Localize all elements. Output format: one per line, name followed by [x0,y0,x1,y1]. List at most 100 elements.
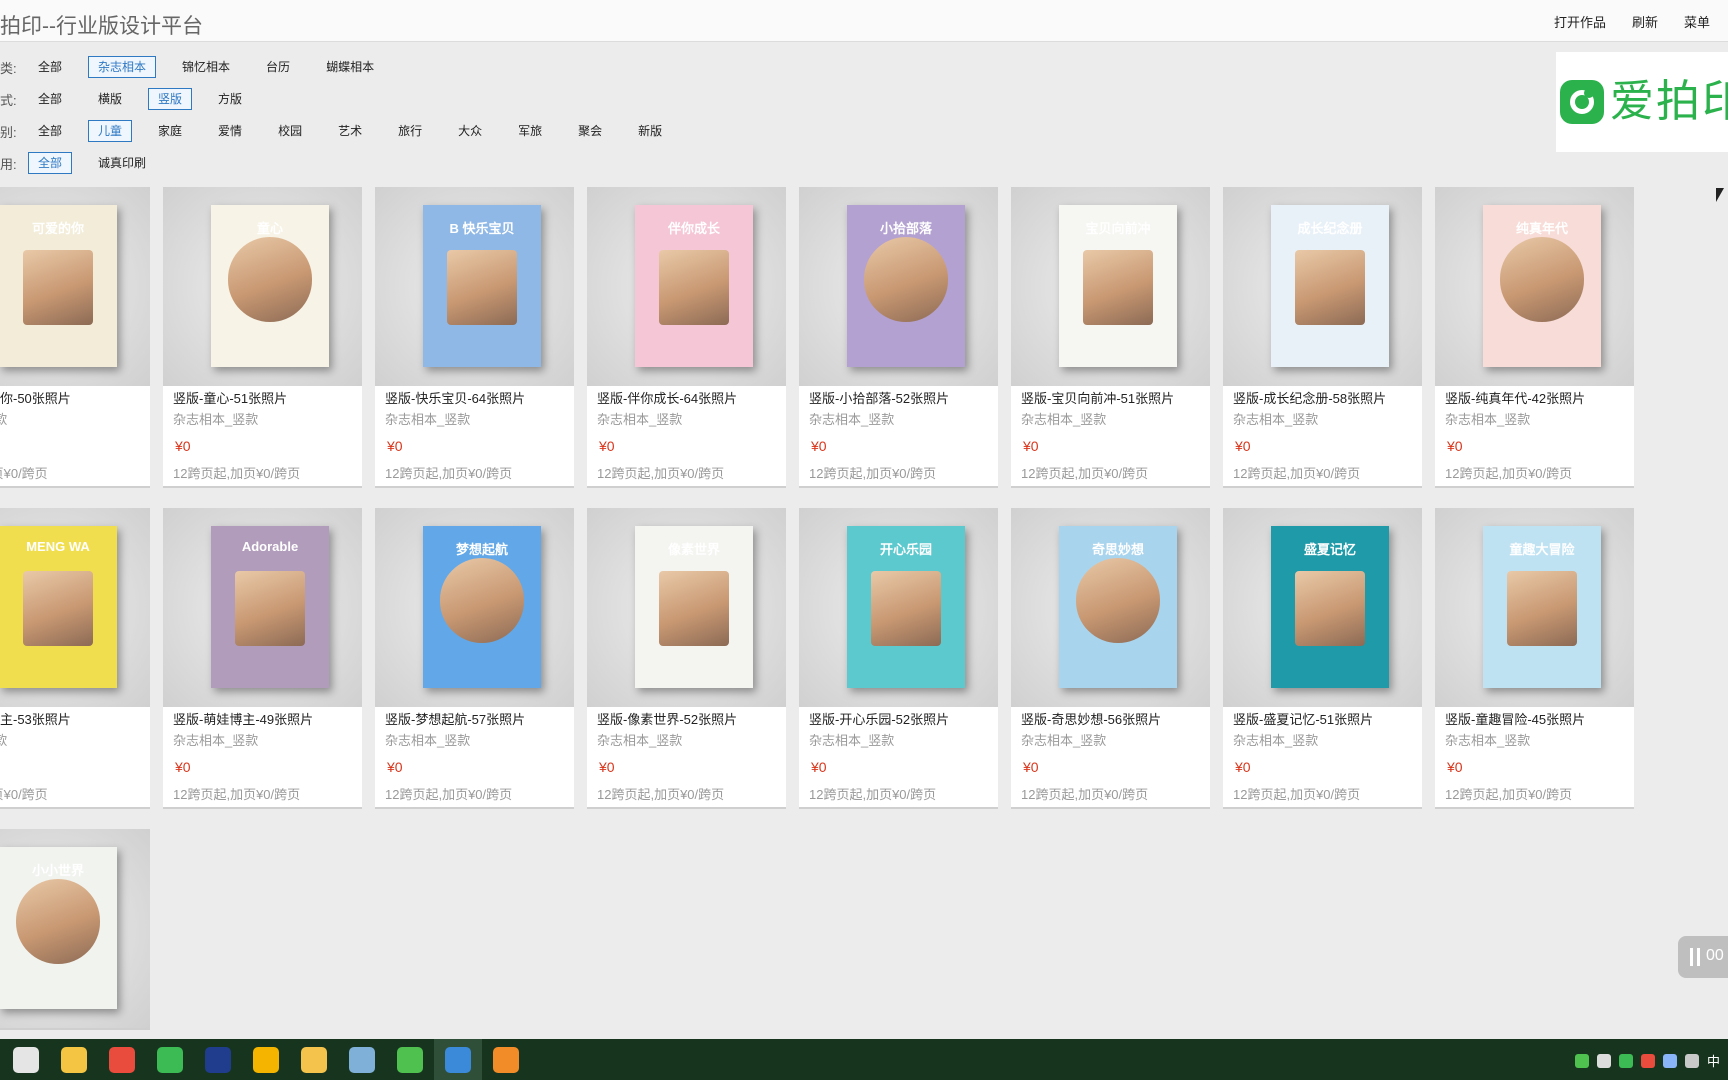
filter-option[interactable]: 校园 [268,120,312,142]
shield-tray-icon[interactable] [1596,1053,1611,1068]
calculator-icon[interactable] [13,1047,39,1073]
template-thumbnail[interactable]: 梦想起航 [375,508,574,707]
chrome-icon[interactable] [253,1047,279,1073]
cover-photo [446,250,518,325]
filter-option[interactable]: 全部 [28,152,73,174]
template-thumbnail[interactable]: 童趣大冒险 [1435,508,1634,707]
template-thumbnail[interactable]: 奇思妙想 [1011,508,1210,707]
photos-icon[interactable] [109,1047,135,1073]
photoshop-icon[interactable] [205,1047,231,1073]
template-thumbnail[interactable]: MENG WA [0,508,150,707]
card-category: 杂志相本_竖款 [173,733,259,748]
album-cover: 可爱的你 [0,205,117,367]
template-thumbnail[interactable]: 可爱的你 [0,187,150,386]
album-cover: 小拾部落 [847,205,965,367]
album-cover: 纯真年代 [1483,205,1601,367]
360-tray-icon[interactable] [1618,1053,1633,1068]
card-category: 杂志相本_竖款 [597,412,683,427]
app-tray-icon[interactable] [1640,1053,1655,1068]
filter-option[interactable]: 全部 [28,56,72,78]
wechat-tray-icon[interactable] [1574,1053,1589,1068]
window-title: 拍印--行业版设计平台 [0,15,203,38]
filter-option[interactable]: 横版 [88,88,132,110]
template-thumbnail[interactable]: 开心乐园 [799,508,998,707]
template-thumbnail[interactable]: 小拾部落 [799,187,998,386]
template-card[interactable]: 可爱的你可爱的你-50张照片本_竖款¥0 起,加页¥0/跨页 [0,187,150,486]
template-thumbnail[interactable]: 像素世界 [587,508,786,707]
filter-options: 全部 诚真印刷 [28,152,172,174]
template-thumbnail[interactable]: 伴你成长 [587,187,786,386]
recording-indicator[interactable]: 00 [1678,936,1728,978]
menu-button[interactable]: 菜单 [1684,12,1710,31]
template-card[interactable]: 开心乐园竖版-开心乐园-52张照片 杂志相本_竖款 ¥0 12跨页起,加页¥0/跨页 [799,508,998,807]
wechat-icon[interactable] [397,1047,423,1073]
ime-indicator[interactable]: 中 [1707,1051,1720,1070]
design-app-icon[interactable] [445,1047,471,1073]
filter-option[interactable]: 大众 [448,120,492,142]
filter-option[interactable]: 全部 [28,120,72,142]
template-card[interactable]: 纯真年代 竖版-纯真年代-42张照片 杂志相本_竖款 ¥0 12跨页起,加页¥0/跨页 [1435,187,1634,486]
filter-option[interactable]: 锦忆相本 [172,56,240,78]
template-thumbnail[interactable]: 纯真年代 [1435,187,1634,386]
cover-title: 开心乐园 [879,541,932,557]
template-card[interactable]: 奇思妙想 竖版-奇思妙想-56张照片 杂志相本_竖款 ¥0 12跨页起,加页¥0/跨页 [1011,508,1210,807]
card-category: 本_竖款 [0,733,8,748]
filter-option[interactable]: 旅行 [388,120,432,142]
card-category: 杂志相本_竖款 [1445,733,1531,748]
template-thumbnail[interactable]: Adorable [163,508,362,707]
cover-title: B 快乐宝贝 [449,220,515,236]
template-card[interactable]: Adorable 竖版-萌娃博主-49张照片 杂志相本_竖款 ¥0 12跨页起,加页¥0… [163,508,362,807]
template-card[interactable]: 童趣大冒险 竖版-童趣冒险-45张照片 杂志相本_竖款 ¥0 12跨页起,加页¥0/跨页 [1435,508,1634,807]
filter-option[interactable]: 诚真印刷 [88,152,156,174]
card-category: 杂志相本_竖款 [809,412,895,427]
refresh-button[interactable]: 刷新 [1632,12,1658,31]
template-card[interactable]: 童心 竖版-童心-51张照片 杂志相本_竖款 ¥0 12跨页起,加页¥0/跨页 [163,187,362,486]
qq-icon[interactable] [61,1047,87,1073]
filter-option[interactable]: 方版 [208,88,252,110]
card-category: 杂志相本_竖款 [1233,412,1319,427]
filter-option[interactable]: 爱情 [208,120,252,142]
card-meta: 竖版-小拾部落-52张照片 杂志相本_竖款 ¥0 12跨页起,加页¥0/跨页 [799,386,998,486]
template-card[interactable]: 盛夏记忆 竖版-盛夏记忆-51张照片 杂志相本_竖款 ¥0 12跨页起,加页¥0/跨页 [1223,508,1422,807]
template-card[interactable]: MENG WA 萌娃小主-53张照片本_竖款¥0 起,加页¥0/跨页 [0,508,150,807]
filter-option[interactable]: 家庭 [148,120,192,142]
template-card[interactable]: 伴你成长 竖版-伴你成长-64张照片 杂志相本_竖款 ¥0 12跨页起,加页¥0/跨页 [587,187,786,486]
template-thumbnail[interactable]: 成长纪念册 [1223,187,1422,386]
filter-option[interactable]: 台历 [256,56,300,78]
folder-icon[interactable] [301,1047,327,1073]
album-cover: MENG WA [0,526,117,688]
filter-option[interactable]: 聚会 [568,120,612,142]
notepad-icon[interactable] [349,1047,375,1073]
filter-option[interactable]: 新版 [628,120,672,142]
template-thumbnail[interactable]: B 快乐宝贝 [375,187,574,386]
template-thumbnail[interactable]: 盛夏记忆 [1223,508,1422,707]
album-cover: 盛夏记忆 [1271,526,1389,688]
template-card[interactable]: 小小世界 [0,829,150,1028]
filter-option[interactable]: 全部 [28,88,72,110]
filter-option[interactable]: 竖版 [148,88,193,110]
template-card[interactable]: B 快乐宝贝 竖版-快乐宝贝-64张照片 杂志相本_竖款 ¥0 12跨页起,加页¥0/跨… [375,187,574,486]
template-grid: 可爱的你可爱的你-50张照片本_竖款¥0起,加页¥0/跨页童心竖版-童心-51张… [0,187,1660,1037]
360-browser-icon[interactable] [157,1047,183,1073]
card-pages: 12跨页起,加页¥0/跨页 [1021,466,1149,481]
filter-option[interactable]: 杂志相本 [88,56,157,78]
template-card[interactable]: 像素世界 竖版-像素世界-52张照片 杂志相本_竖款 ¥0 12跨页起,加页¥0/跨页 [587,508,786,807]
template-thumbnail[interactable]: 宝贝向前冲 [1011,187,1210,386]
cover-title: MENG WA [26,538,90,554]
template-card[interactable]: 小拾部落竖版-小拾部落-52张照片 杂志相本_竖款 ¥0 12跨页起,加页¥0/跨页 [799,187,998,486]
template-card[interactable]: 宝贝向前冲 竖版-宝贝向前冲-51张照片 杂志相本_竖款 ¥0 12跨页起,加页¥0/跨… [1011,187,1210,486]
filter-option[interactable]: 蝴蝶相本 [316,56,384,78]
card-meta: 竖版-开心乐园-52张照片 杂志相本_竖款 ¥0 12跨页起,加页¥0/跨页 [799,707,998,807]
template-thumbnail[interactable]: 小小世界 [0,829,150,1028]
volume-tray-icon[interactable] [1684,1053,1699,1068]
filter-option[interactable]: 儿童 [88,120,133,142]
filter-option[interactable]: 艺术 [328,120,372,142]
card-title: 竖版-快乐宝贝-64张照片 [385,391,526,406]
template-card[interactable]: 成长纪念册 竖版-成长纪念册-58张照片 杂志相本_竖款 ¥0 12跨页起,加页¥0/跨… [1223,187,1422,486]
template-card[interactable]: 梦想起航 竖版-梦想起航-57张照片 杂志相本_竖款 ¥0 12跨页起,加页¥0/跨页 [375,508,574,807]
template-thumbnail[interactable]: 童心 [163,187,362,386]
open-work-button[interactable]: 打开作品 [1554,12,1606,31]
network-tray-icon[interactable] [1662,1053,1677,1068]
filter-option[interactable]: 军旅 [508,120,552,142]
scissors-app-icon[interactable] [493,1047,519,1073]
